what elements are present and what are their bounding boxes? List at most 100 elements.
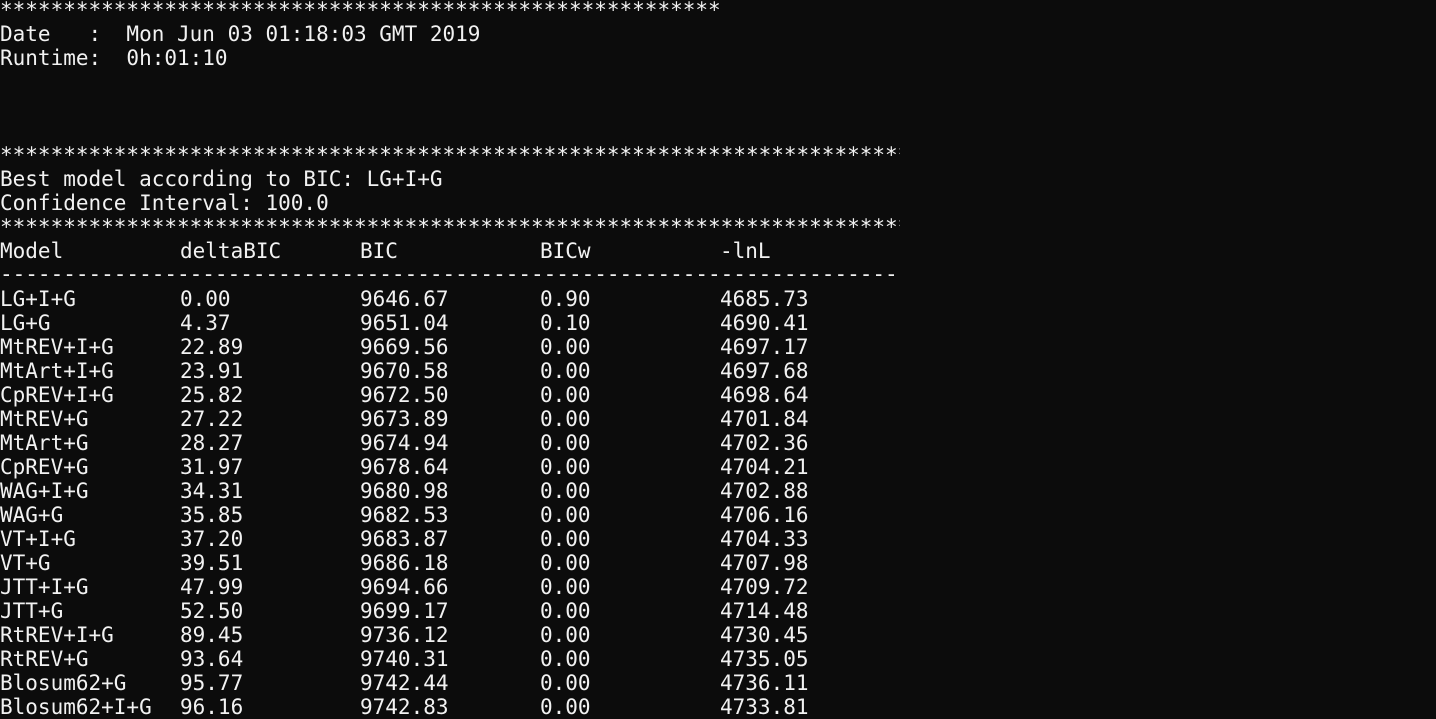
cell-deltabic: 34.31	[180, 479, 244, 503]
cell-deltabic: 31.97	[180, 455, 244, 479]
table-row: VT+G 39.51 9686.18 0.00 4707.98	[0, 551, 900, 575]
cell-model: CpREV+I+G	[0, 383, 114, 407]
cell-model: RtREV+I+G	[0, 623, 114, 647]
cell-deltabic: 39.51	[180, 551, 244, 575]
cell-lnl: 4709.72	[720, 575, 809, 599]
cell-bicw: 0.90	[540, 287, 591, 311]
cell-bic: 9651.04	[360, 311, 449, 335]
cell-model: MtREV+I+G	[0, 335, 114, 359]
cell-lnl: 4706.16	[720, 503, 809, 527]
cell-bic: 9742.83	[360, 695, 449, 719]
terminal-window[interactable]: ****************************************…	[0, 0, 1436, 719]
cell-lnl: 4704.33	[720, 527, 809, 551]
cell-bic: 9742.44	[360, 671, 449, 695]
cell-bicw: 0.00	[540, 695, 591, 719]
cell-bic: 9736.12	[360, 623, 449, 647]
cell-deltabic: 52.50	[180, 599, 244, 623]
cell-model: MtArt+I+G	[0, 359, 114, 383]
table-row: JTT+I+G 47.99 9694.66 0.00 4709.72	[0, 575, 900, 599]
cell-bicw: 0.10	[540, 311, 591, 335]
cell-lnl: 4697.68	[720, 359, 809, 383]
cell-bic: 9686.18	[360, 551, 449, 575]
cell-model: MtArt+G	[0, 431, 89, 455]
cell-bicw: 0.00	[540, 455, 591, 479]
cell-lnl: 4704.21	[720, 455, 809, 479]
table-row: MtArt+I+G 23.91 9670.58 0.00 4697.68	[0, 359, 900, 383]
cell-lnl: 4714.48	[720, 599, 809, 623]
cell-model: VT+I+G	[0, 527, 76, 551]
table-row: VT+I+G 37.20 9683.87 0.00 4704.33	[0, 527, 900, 551]
table-row: RtREV+I+G 89.45 9736.12 0.00 4730.45	[0, 623, 900, 647]
cell-lnl: 4702.88	[720, 479, 809, 503]
cell-deltabic: 4.37	[180, 311, 231, 335]
cell-deltabic: 27.22	[180, 407, 244, 431]
cell-lnl: 4707.98	[720, 551, 809, 575]
cell-model: WAG+I+G	[0, 479, 89, 503]
cell-bicw: 0.00	[540, 359, 591, 383]
cell-deltabic: 96.16	[180, 695, 244, 719]
cell-model: JTT+G	[0, 599, 64, 623]
cell-lnl: 4702.36	[720, 431, 809, 455]
cell-bicw: 0.00	[540, 527, 591, 551]
cell-bic: 9673.89	[360, 407, 449, 431]
cell-bicw: 0.00	[540, 383, 591, 407]
cell-bicw: 0.00	[540, 551, 591, 575]
cell-model: JTT+I+G	[0, 575, 89, 599]
cell-lnl: 4690.41	[720, 311, 809, 335]
table-row: Blosum62+I+G 96.16 9742.83 0.00 4733.81	[0, 695, 900, 719]
cell-bic: 9740.31	[360, 647, 449, 671]
cell-model: WAG+G	[0, 503, 64, 527]
cell-deltabic: 93.64	[180, 647, 244, 671]
cell-lnl: 4698.64	[720, 383, 809, 407]
cell-model: CpREV+G	[0, 455, 89, 479]
cell-deltabic: 22.89	[180, 335, 244, 359]
table-row: CpREV+G 31.97 9678.64 0.00 4704.21	[0, 455, 900, 479]
cell-lnl: 4730.45	[720, 623, 809, 647]
table-row: LG+I+G 0.00 9646.67 0.90 4685.73	[0, 287, 900, 311]
cell-bicw: 0.00	[540, 623, 591, 647]
table-row: MtREV+I+G 22.89 9669.56 0.00 4697.17	[0, 335, 900, 359]
cell-lnl: 4697.17	[720, 335, 809, 359]
cell-deltabic: 28.27	[180, 431, 244, 455]
cell-model: MtREV+G	[0, 407, 89, 431]
cell-lnl: 4733.81	[720, 695, 809, 719]
cell-model: Blosum62+G	[0, 671, 127, 695]
cell-lnl: 4701.84	[720, 407, 809, 431]
cell-bicw: 0.00	[540, 407, 591, 431]
table-row: RtREV+G 93.64 9740.31 0.00 4735.05	[0, 647, 900, 671]
cell-deltabic: 89.45	[180, 623, 244, 647]
cell-deltabic: 23.91	[180, 359, 244, 383]
cell-bicw: 0.00	[540, 503, 591, 527]
cell-bicw: 0.00	[540, 335, 591, 359]
cell-deltabic: 47.99	[180, 575, 244, 599]
cell-bicw: 0.00	[540, 647, 591, 671]
cell-deltabic: 37.20	[180, 527, 244, 551]
table-row: MtArt+G 28.27 9674.94 0.00 4702.36	[0, 431, 900, 455]
model-table-body: LG+I+G 0.00 9646.67 0.90 4685.73 LG+G 4.37 9651…	[0, 0, 1436, 719]
cell-bicw: 0.00	[540, 431, 591, 455]
cell-model: VT+G	[0, 551, 51, 575]
cell-model: LG+I+G	[0, 287, 76, 311]
cell-bic: 9680.98	[360, 479, 449, 503]
cell-model: RtREV+G	[0, 647, 89, 671]
table-row: WAG+G 35.85 9682.53 0.00 4706.16	[0, 503, 900, 527]
cell-bicw: 0.00	[540, 671, 591, 695]
cell-bic: 9694.66	[360, 575, 449, 599]
cell-bic: 9669.56	[360, 335, 449, 359]
cell-bicw: 0.00	[540, 599, 591, 623]
cell-deltabic: 95.77	[180, 671, 244, 695]
table-row: Blosum62+G 95.77 9742.44 0.00 4736.11	[0, 671, 900, 695]
cell-model: Blosum62+I+G	[0, 695, 152, 719]
cell-lnl: 4735.05	[720, 647, 809, 671]
cell-bic: 9670.58	[360, 359, 449, 383]
cell-lnl: 4736.11	[720, 671, 809, 695]
table-row: JTT+G 52.50 9699.17 0.00 4714.48	[0, 599, 900, 623]
cell-deltabic: 25.82	[180, 383, 244, 407]
cell-bic: 9682.53	[360, 503, 449, 527]
table-row: WAG+I+G 34.31 9680.98 0.00 4702.88	[0, 479, 900, 503]
cell-lnl: 4685.73	[720, 287, 809, 311]
cell-bic: 9674.94	[360, 431, 449, 455]
table-row: MtREV+G 27.22 9673.89 0.00 4701.84	[0, 407, 900, 431]
cell-deltabic: 35.85	[180, 503, 244, 527]
table-row: CpREV+I+G 25.82 9672.50 0.00 4698.64	[0, 383, 900, 407]
